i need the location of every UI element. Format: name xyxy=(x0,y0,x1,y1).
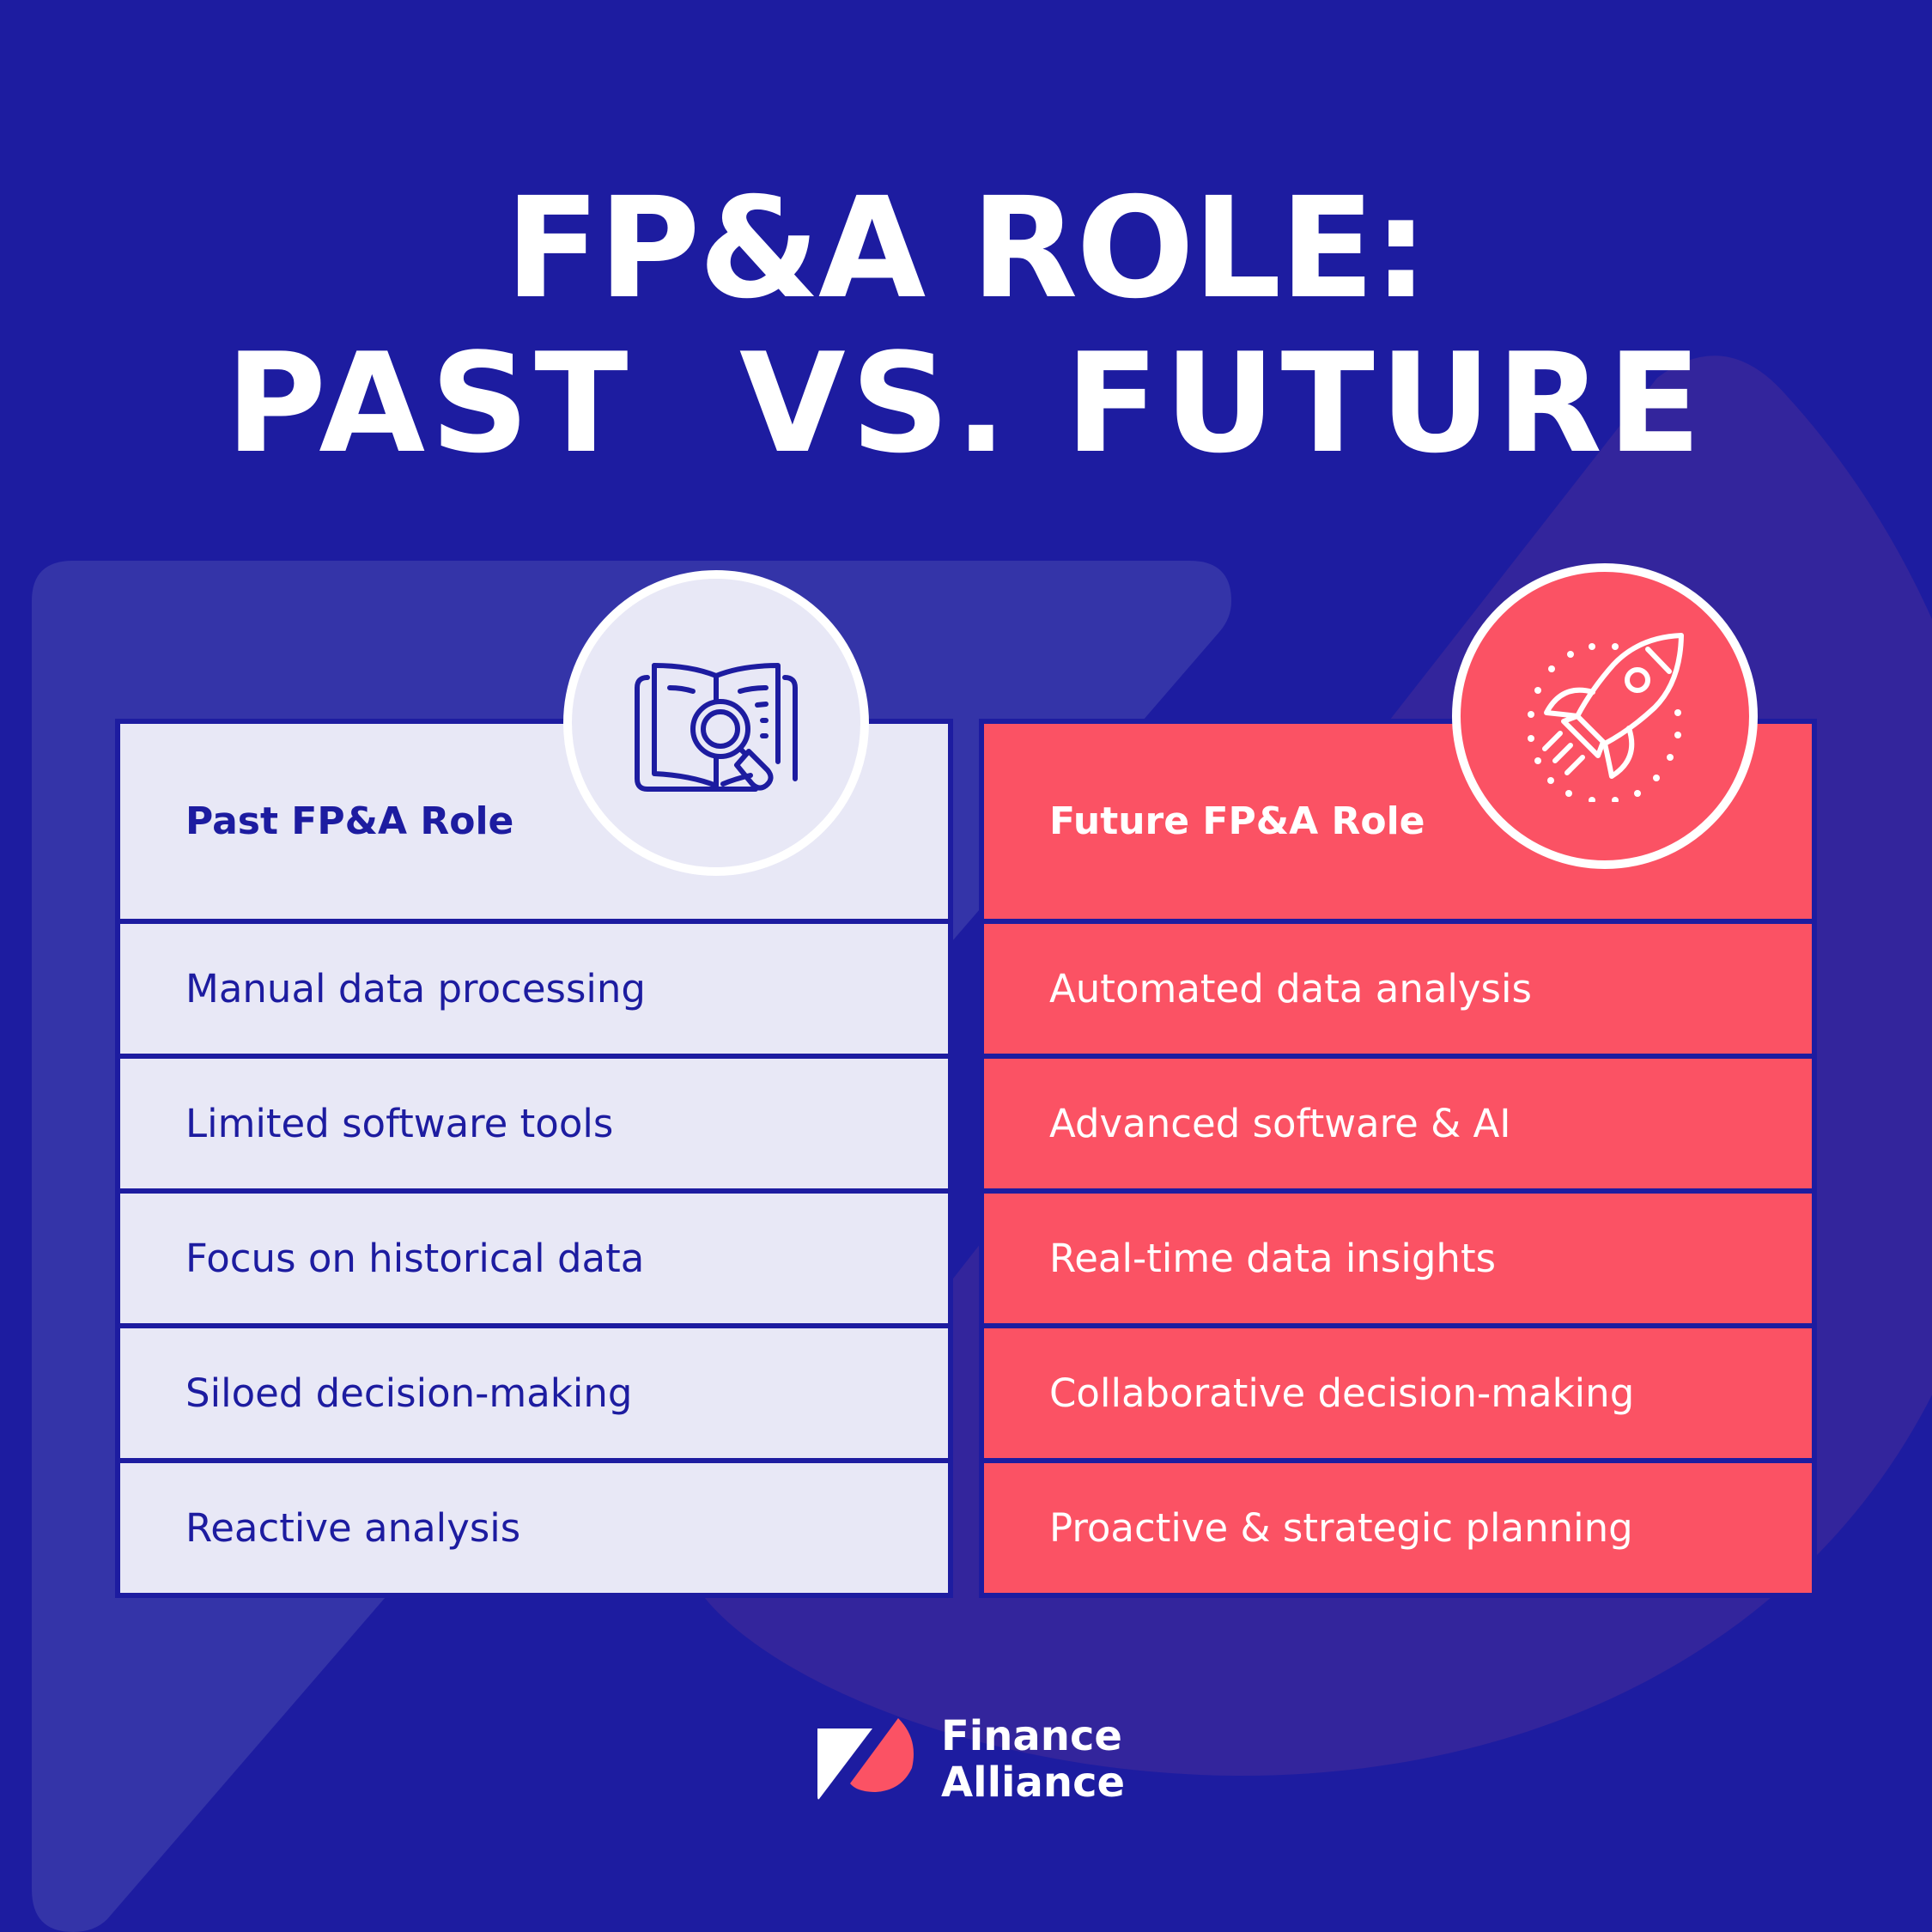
future-row: Advanced software & AI xyxy=(984,1059,1812,1188)
past-item: Manual data processing xyxy=(185,966,647,1012)
past-icon-circle xyxy=(563,570,869,876)
future-item: Advanced software & AI xyxy=(1049,1101,1511,1146)
past-column: Past FP&A Role Manual data processing Li… xyxy=(115,719,953,1598)
future-item: Real-time data insights xyxy=(1049,1236,1497,1281)
finance-alliance-logo: Finance Alliance xyxy=(816,1713,1125,1806)
past-row: Siloed decision-making xyxy=(120,1328,948,1458)
page-title-line-2: PAST VS. FUTURE xyxy=(225,323,1707,483)
past-item: Limited software tools xyxy=(185,1101,614,1146)
future-row: Automated data analysis xyxy=(984,924,1812,1054)
brand-name-line-1: Finance xyxy=(941,1712,1122,1760)
past-item: Siloed decision-making xyxy=(185,1370,633,1416)
sparkle-dots xyxy=(1528,643,1681,802)
past-row: Focus on historical data xyxy=(120,1194,948,1323)
past-header-label: Past FP&A Role xyxy=(185,799,514,843)
future-row: Proactive & strategic planning xyxy=(984,1463,1812,1593)
rocket-icon xyxy=(1528,633,1684,802)
future-header-label: Future FP&A Role xyxy=(1049,799,1425,843)
future-column: Future FP&A Role Automated data analysis… xyxy=(979,719,1817,1598)
past-item: Focus on historical data xyxy=(185,1236,645,1281)
page-title-line-1: FP&A ROLE: xyxy=(505,168,1429,330)
brand-name-line-2: Alliance xyxy=(941,1759,1126,1807)
future-item: Collaborative decision-making xyxy=(1049,1370,1635,1416)
book-magnifier-icon xyxy=(635,663,798,792)
past-item: Reactive analysis xyxy=(185,1505,521,1551)
past-row: Reactive analysis xyxy=(120,1463,948,1593)
past-row: Limited software tools xyxy=(120,1059,948,1188)
future-row: Real-time data insights xyxy=(984,1194,1812,1323)
past-row: Manual data processing xyxy=(120,924,948,1054)
future-item: Automated data analysis xyxy=(1049,966,1532,1012)
finance-alliance-logo-icon xyxy=(817,1718,914,1800)
future-row: Collaborative decision-making xyxy=(984,1328,1812,1458)
future-icon-circle xyxy=(1452,563,1758,869)
brand-name: Finance Alliance xyxy=(941,1713,1125,1806)
future-item: Proactive & strategic planning xyxy=(1049,1505,1633,1551)
